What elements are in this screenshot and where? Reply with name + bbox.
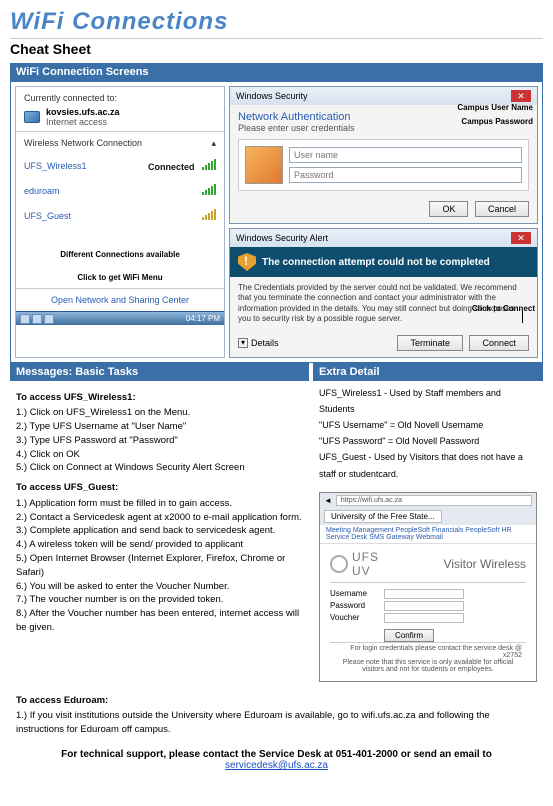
password-field[interactable] [289, 167, 522, 183]
signal-icon [201, 209, 216, 222]
connect-button[interactable]: Connect [469, 335, 529, 351]
network-item[interactable]: eduroam [22, 178, 218, 203]
extra-line: "UFS Username" = Old Novell Username [319, 417, 537, 433]
step: 5.) Click on Connect at Windows Security… [16, 461, 303, 475]
form-label: Password [330, 601, 378, 611]
taskbar-app-icon[interactable] [32, 314, 42, 324]
form-label: Username [330, 589, 378, 599]
shield-icon [238, 253, 256, 271]
extra-line: "UFS Password" = Old Novell Password [319, 433, 537, 449]
extra-line: UFS_Wireless1 - Used by Staff members an… [319, 385, 537, 417]
messages-body: To access UFS_Wireless1: 1.) Click on UF… [10, 381, 309, 639]
guest-header: To access UFS_Guest: [16, 481, 303, 495]
network-icon [24, 111, 40, 123]
signal-icon [201, 184, 216, 197]
close-icon[interactable]: ✕ [511, 90, 531, 102]
username-field[interactable] [289, 147, 522, 163]
step: 1.) Application form must be filled in t… [16, 497, 303, 511]
footer: For technical support, please contact th… [10, 749, 543, 771]
ufs-logo: UFSUV [330, 550, 379, 578]
close-icon[interactable]: ✕ [511, 232, 531, 244]
caption-connections: Different Connections available [55, 250, 185, 259]
network-name: eduroam [24, 186, 60, 196]
network-status: Connected [148, 162, 195, 172]
step: 5.) Open Internet Browser (Internet Expl… [16, 552, 303, 580]
footer-email-link[interactable]: servicedesk@ufs.ac.za [225, 760, 328, 771]
access-label: Internet access [46, 117, 120, 127]
step: 7.) The voucher number is on the provide… [16, 593, 303, 607]
taskbar-app-icon[interactable] [44, 314, 54, 324]
security-alert-dialog: Windows Security Alert ✕ The connection … [229, 228, 538, 358]
callout-username: Campus User Name [457, 103, 533, 112]
wireless1-header: To access UFS_Wireless1: [16, 391, 303, 405]
page-subtitle: Cheat Sheet [10, 41, 543, 57]
taskbar: 04:17 PM [16, 311, 224, 325]
section-screens-header: WiFi Connection Screens [10, 63, 543, 81]
alert-banner-text: The connection attempt could not be comp… [262, 257, 490, 268]
address-bar[interactable]: https://wifi.ufs.ac.za [336, 495, 532, 506]
step: 2.) Contact a Servicedesk agent at x2000… [16, 511, 303, 525]
details-toggle[interactable]: ▾Details [238, 338, 279, 348]
signal-icon [201, 159, 216, 172]
visitor-voucher-field[interactable] [384, 613, 464, 623]
step: 3.) Complete application and send back t… [16, 524, 303, 538]
visitor-password-field[interactable] [384, 601, 464, 611]
network-item[interactable]: UFS_Wireless1 Connected [22, 153, 218, 178]
browser-bookmarks[interactable]: Meeting Management PeopleSoft Financials… [320, 525, 536, 544]
network-name: UFS_Guest [24, 211, 71, 221]
connected-ssid: kovsies.ufs.ac.za [46, 107, 120, 117]
step: 2.) Type UFS Username at "User Name" [16, 420, 303, 434]
step: 1.) If you visit institutions outside th… [16, 709, 537, 737]
network-name: UFS_Wireless1 [24, 161, 87, 171]
extra-line: UFS_Guest - Used by Visitors that does n… [319, 449, 537, 481]
ok-button[interactable]: OK [429, 201, 468, 217]
browser-window: ◄ https://wifi.ufs.ac.za University of t… [319, 492, 537, 682]
step: 4.) Click on OK [16, 448, 303, 462]
step: 8.) After the Voucher number has been en… [16, 607, 303, 635]
section-extra-header: Extra Detail [313, 363, 543, 381]
browser-back-icon[interactable]: ◄ [324, 496, 332, 505]
browser-tab[interactable]: University of the Free State... [324, 510, 442, 523]
dialog-title: Windows Security [236, 91, 308, 101]
visitor-username-field[interactable] [384, 589, 464, 599]
browser-foot1: For login credentials please contact the… [350, 645, 522, 659]
eduroam-header: To access Eduroam: [16, 694, 537, 708]
wifi-flyout: Currently connected to: kovsies.ufs.ac.z… [15, 86, 225, 358]
extra-body: UFS_Wireless1 - Used by Staff members an… [313, 381, 543, 486]
page-title: WiFi Connections [10, 8, 543, 39]
browser-foot2: Please note that this service is only av… [334, 659, 522, 673]
wnc-header: Wireless Network Connection [24, 138, 142, 149]
step: 3.) Type UFS Password at "Password" [16, 434, 303, 448]
callout-click-connect: Click to Connect [472, 304, 535, 323]
form-label: Voucher [330, 613, 378, 623]
footer-text: For technical support, please contact th… [61, 749, 492, 760]
screens-panel: Currently connected to: kovsies.ufs.ac.z… [10, 81, 543, 363]
security-dialog: Windows Security ✕ Network Authenticatio… [229, 86, 538, 224]
step: 4.) A wireless token will be send/ provi… [16, 538, 303, 552]
taskbar-clock: 04:17 PM [186, 314, 220, 323]
terminate-button[interactable]: Terminate [397, 335, 463, 351]
section-messages-header: Messages: Basic Tasks [10, 363, 309, 381]
step: 1.) Click on UFS_Wireless1 on the Menu. [16, 406, 303, 420]
currently-connected-label: Currently connected to: [24, 93, 216, 103]
caption-click-menu: Click to get WiFi Menu [55, 273, 185, 282]
chevron-up-icon[interactable]: ▴ [211, 138, 216, 149]
callout-password: Campus Password [461, 117, 533, 126]
step: 6.) You will be asked to enter the Vouch… [16, 580, 303, 594]
visitor-wireless-title: Visitor Wireless [444, 557, 526, 571]
start-icon[interactable] [20, 314, 30, 324]
network-item[interactable]: UFS_Guest [22, 203, 218, 228]
confirm-button[interactable]: Confirm [384, 629, 434, 642]
cancel-button[interactable]: Cancel [475, 201, 529, 217]
dialog-title: Windows Security Alert [236, 233, 328, 243]
avatar-icon [245, 146, 283, 184]
open-network-center-link[interactable]: Open Network and Sharing Center [16, 288, 224, 311]
